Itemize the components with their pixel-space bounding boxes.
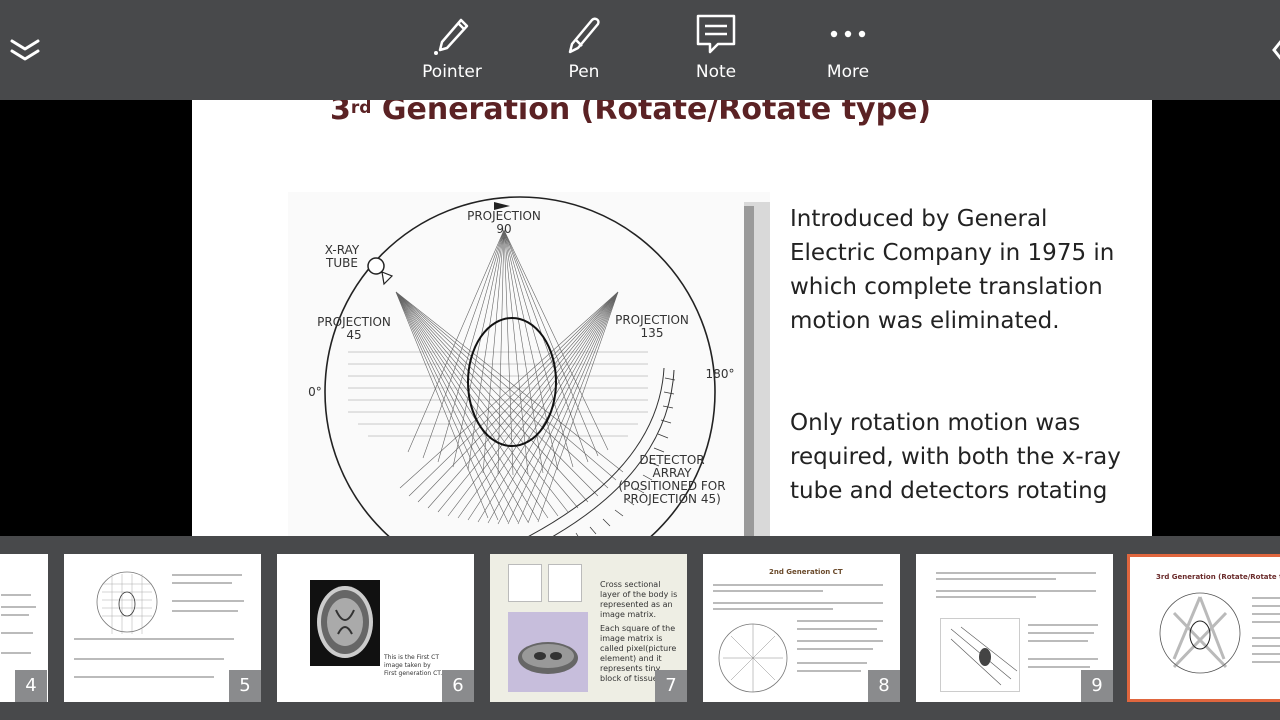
note-tool-label: Note (695, 62, 737, 82)
slide-thumbnail-current[interactable]: 3rd Generation (Rotate/Rotate type) (1127, 554, 1280, 702)
voxel-figure (548, 564, 582, 602)
pen-icon (568, 17, 600, 54)
slide-number-badge: 5 (229, 670, 261, 702)
slide-number-badge: 4 (15, 670, 47, 702)
slide-thumbnail-9[interactable]: 9 (916, 554, 1113, 702)
more-tool-button[interactable]: More (800, 8, 896, 92)
more-tool-label: More (826, 62, 870, 82)
pen-tool-button[interactable]: Pen (536, 8, 632, 92)
title-text: Generation (Rotate/Rotate type) (371, 100, 932, 127)
matrix-figure (508, 612, 588, 692)
projection-135-label: PROJECTION 135 (615, 313, 689, 340)
slide-number-badge: 8 (868, 670, 900, 702)
pointer-tool-label: Pointer (422, 62, 482, 82)
slide-8-title: 2nd Generation CT (769, 568, 843, 576)
slide-thumbnail-strip: 4 5 This is the First CT image taken by … (0, 536, 1280, 720)
slide-6-caption: This is the First CT image taken by Firs… (384, 654, 443, 677)
pixel-figure (508, 564, 542, 602)
title-number: 3 (330, 100, 351, 127)
detector-array-label: DETECTOR ARRAY (POSITIONED FOR PROJECTIO… (618, 453, 726, 506)
title-superscript: rd (350, 100, 372, 118)
slide-number-badge: 9 (1081, 670, 1113, 702)
more-dots-icon (830, 30, 866, 38)
side-panel-arrow-icon[interactable] (1272, 36, 1280, 64)
slide-title: 3rd Generation (Rotate/Rotate type) (330, 100, 931, 127)
note-icon (696, 14, 736, 54)
slide-number-badge: 6 (442, 670, 474, 702)
pen-tool-label: Pen (568, 62, 600, 82)
one-eighty-degree-label: 180° (705, 367, 735, 381)
slide-9-diagram (940, 618, 1020, 692)
slide-thumbnail-7[interactable]: Cross sectional layer of the body is rep… (490, 554, 687, 702)
current-slide-thumb-title: 3rd Generation (Rotate/Rotate type) (1156, 573, 1280, 581)
slide-number-badge: 7 (655, 670, 687, 702)
collapse-toolbar-icon[interactable] (8, 36, 42, 66)
projection-90-label: PROJECTION 90 (467, 209, 541, 236)
xray-tube-label: X-RAY TUBE (324, 243, 360, 270)
slide-thumbnail-5[interactable]: 5 (64, 554, 261, 702)
slide-thumbnail-8[interactable]: 2nd Generation CT 8 (703, 554, 900, 702)
ct-rotation-diagram: PROJECTION 90 X-RAY TUBE PROJECTION 45 P… (288, 192, 770, 536)
top-toolbar: Pointer Pen Note More (0, 0, 1280, 100)
current-slide: 3rd Generation (Rotate/Rotate type) PROJ… (192, 100, 1152, 536)
slide-thumbnail-6[interactable]: This is the First CT image taken by Firs… (277, 554, 474, 702)
pointer-tool-button[interactable]: Pointer (404, 8, 500, 92)
note-tool-button[interactable]: Note (668, 8, 764, 92)
presentation-viewer: Pointer Pen Note More 3rd Generation (Ro… (0, 0, 1280, 720)
ct-scan-image (310, 580, 380, 666)
pointer-pen-icon (434, 18, 469, 55)
slide-7-text-1: Cross sectional layer of the body is rep… (600, 580, 678, 619)
zero-degree-label: 0° (308, 385, 322, 399)
slide-thumbnail-4[interactable]: 4 (0, 554, 48, 702)
slide-paragraph-2: Only rotation motion was required, with … (790, 410, 1121, 504)
projection-45-label: PROJECTION 45 (317, 315, 391, 342)
slide-paragraph-1: Introduced by General Electric Company i… (790, 206, 1115, 334)
